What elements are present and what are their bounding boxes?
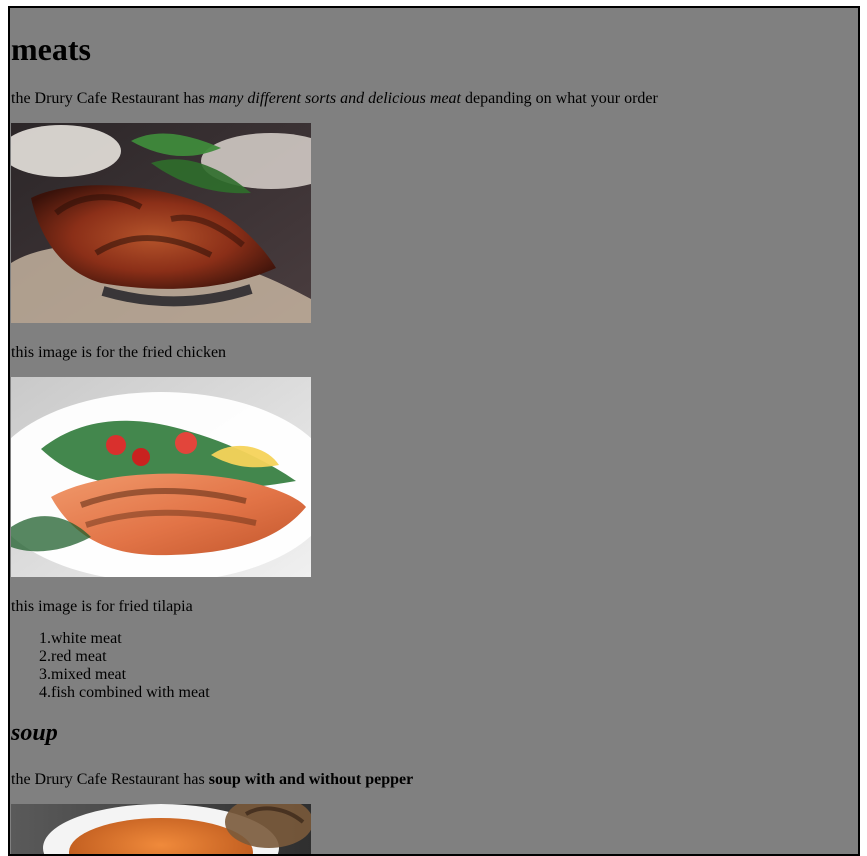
list-item-number: 1. <box>39 630 51 647</box>
meats-intro-suffix: depanding on what your order <box>460 90 658 107</box>
page-right-edge <box>862 0 867 854</box>
list-item: 3. mixed meat <box>11 666 210 684</box>
soup-intro-paragraph: the Drury Cafe Restaurant has soup with … <box>11 770 413 790</box>
list-item-number: 3. <box>39 666 51 683</box>
soup-heading: soup <box>11 720 58 746</box>
meats-heading: meats <box>11 31 91 67</box>
list-item: 4. fish combined with meat <box>11 684 210 702</box>
fried-tilapia-image <box>11 377 311 577</box>
fried-tilapia-photo <box>11 377 311 577</box>
fried-chicken-caption: this image is for the fried chicken <box>11 344 227 361</box>
soup-intro-strong: soup with and without pepper <box>208 771 414 788</box>
list-item-number: 2. <box>39 648 51 665</box>
meats-intro-prefix: the Drury Cafe Restaurant has <box>11 90 209 107</box>
page-content: meats the Drury Cafe Restaurant has many… <box>11 8 858 854</box>
fried-chicken-photo <box>11 123 311 323</box>
fried-tilapia-caption: this image is for fried tilapia <box>11 598 193 615</box>
list-item-text: red meat <box>51 648 107 665</box>
fried-chicken-image <box>11 123 311 323</box>
list-item-text: white meat <box>51 630 122 647</box>
page-frame: meats the Drury Cafe Restaurant has many… <box>8 6 860 856</box>
soup-intro-prefix: the Drury Cafe Restaurant has <box>11 771 209 788</box>
list-item-number: 4. <box>39 684 51 701</box>
meats-intro-emphasis: many different sorts and delicious meat <box>208 90 461 107</box>
list-item: 2. red meat <box>11 648 210 666</box>
soup-photo <box>11 804 311 854</box>
list-item: 1. white meat <box>11 630 210 648</box>
soup-image <box>11 804 311 854</box>
list-item-text: fish combined with meat <box>51 684 210 701</box>
meats-intro-paragraph: the Drury Cafe Restaurant has many diffe… <box>11 89 658 109</box>
meat-types-list: 1. white meat 2. red meat 3. mixed meat … <box>11 630 210 702</box>
list-item-text: mixed meat <box>51 666 127 683</box>
